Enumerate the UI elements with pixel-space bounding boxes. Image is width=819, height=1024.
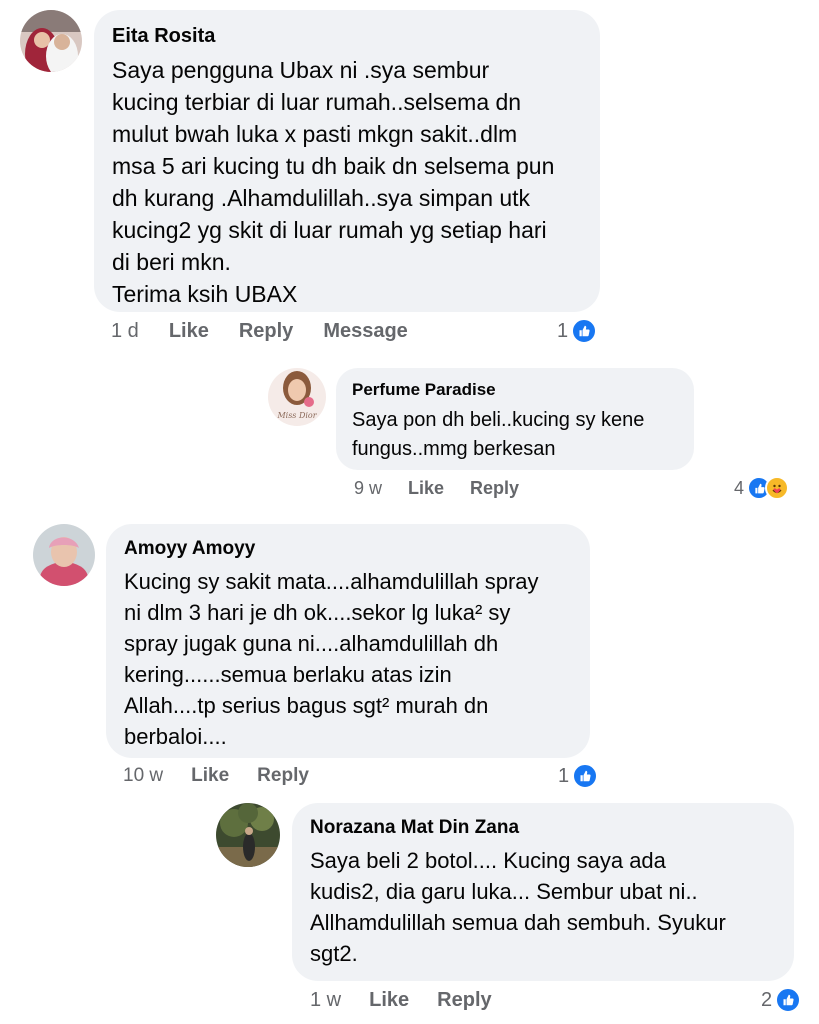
comment-actions: 1 w Like Reply [310, 989, 520, 1012]
comment-author[interactable]: Eita Rosita [112, 25, 582, 48]
comment-actions: 9 w Like Reply [354, 478, 545, 499]
comment-text: Saya pon dh beli..kucing sy kene fungus.… [352, 409, 645, 460]
comment-author[interactable]: Perfume Paradise [352, 380, 678, 400]
like-button[interactable]: Like [369, 989, 409, 1012]
svg-text:Miss Dior: Miss Dior [276, 411, 317, 420]
avatar[interactable] [20, 10, 82, 72]
care-icon [765, 476, 790, 500]
comment-bubble: Eita Rosita Saya pengguna Ubax ni .sya s… [94, 10, 600, 312]
like-button[interactable]: Like [191, 765, 229, 787]
message-button[interactable]: Message [323, 320, 408, 343]
comment-actions: 10 w Like Reply [123, 765, 337, 787]
comment-time[interactable]: 9 w [354, 478, 382, 499]
like-icon [571, 318, 598, 344]
reaction-count: 4 [734, 477, 745, 498]
like-button[interactable]: Like [408, 478, 444, 499]
avatar[interactable] [33, 524, 95, 586]
reaction-count: 1 [557, 319, 569, 342]
reaction-summary[interactable]: 1 [558, 763, 599, 789]
comment-bubble: Amoyy Amoyy Kucing sy sakit mata....alha… [106, 524, 590, 758]
comment-time[interactable]: 1 d [111, 320, 139, 343]
reply-button[interactable]: Reply [437, 989, 491, 1012]
avatar[interactable] [216, 803, 280, 867]
like-button[interactable]: Like [169, 320, 209, 343]
like-icon [572, 763, 599, 789]
like-icon [775, 987, 802, 1013]
comment-actions: 1 d Like Reply Message [111, 320, 438, 343]
comment-author[interactable]: Amoyy Amoyy [124, 538, 572, 560]
reaction-summary[interactable]: 1 [557, 318, 598, 344]
comment-time[interactable]: 10 w [123, 765, 163, 787]
reaction-summary[interactable]: 4 [734, 476, 790, 500]
comment-text: Kucing sy sakit mata....alhamdulillah sp… [124, 569, 539, 749]
reaction-summary[interactable]: 2 [761, 987, 802, 1013]
avatar[interactable]: Miss Dior [268, 368, 326, 426]
comment-time[interactable]: 1 w [310, 989, 341, 1012]
reaction-count: 1 [558, 764, 570, 787]
comment-text: Saya pengguna Ubax ni .sya sembur kucing… [112, 57, 555, 307]
reply-bubble: Norazana Mat Din Zana Saya beli 2 botol.… [292, 803, 794, 981]
reaction-count: 2 [761, 988, 773, 1011]
reply-button[interactable]: Reply [470, 478, 519, 499]
reply-button[interactable]: Reply [257, 765, 309, 787]
reply-bubble: Perfume Paradise Saya pon dh beli..kucin… [336, 368, 694, 470]
comment-text: Saya beli 2 botol.... Kucing saya ada ku… [310, 848, 726, 966]
comment-author[interactable]: Norazana Mat Din Zana [310, 817, 776, 839]
reply-button[interactable]: Reply [239, 320, 293, 343]
